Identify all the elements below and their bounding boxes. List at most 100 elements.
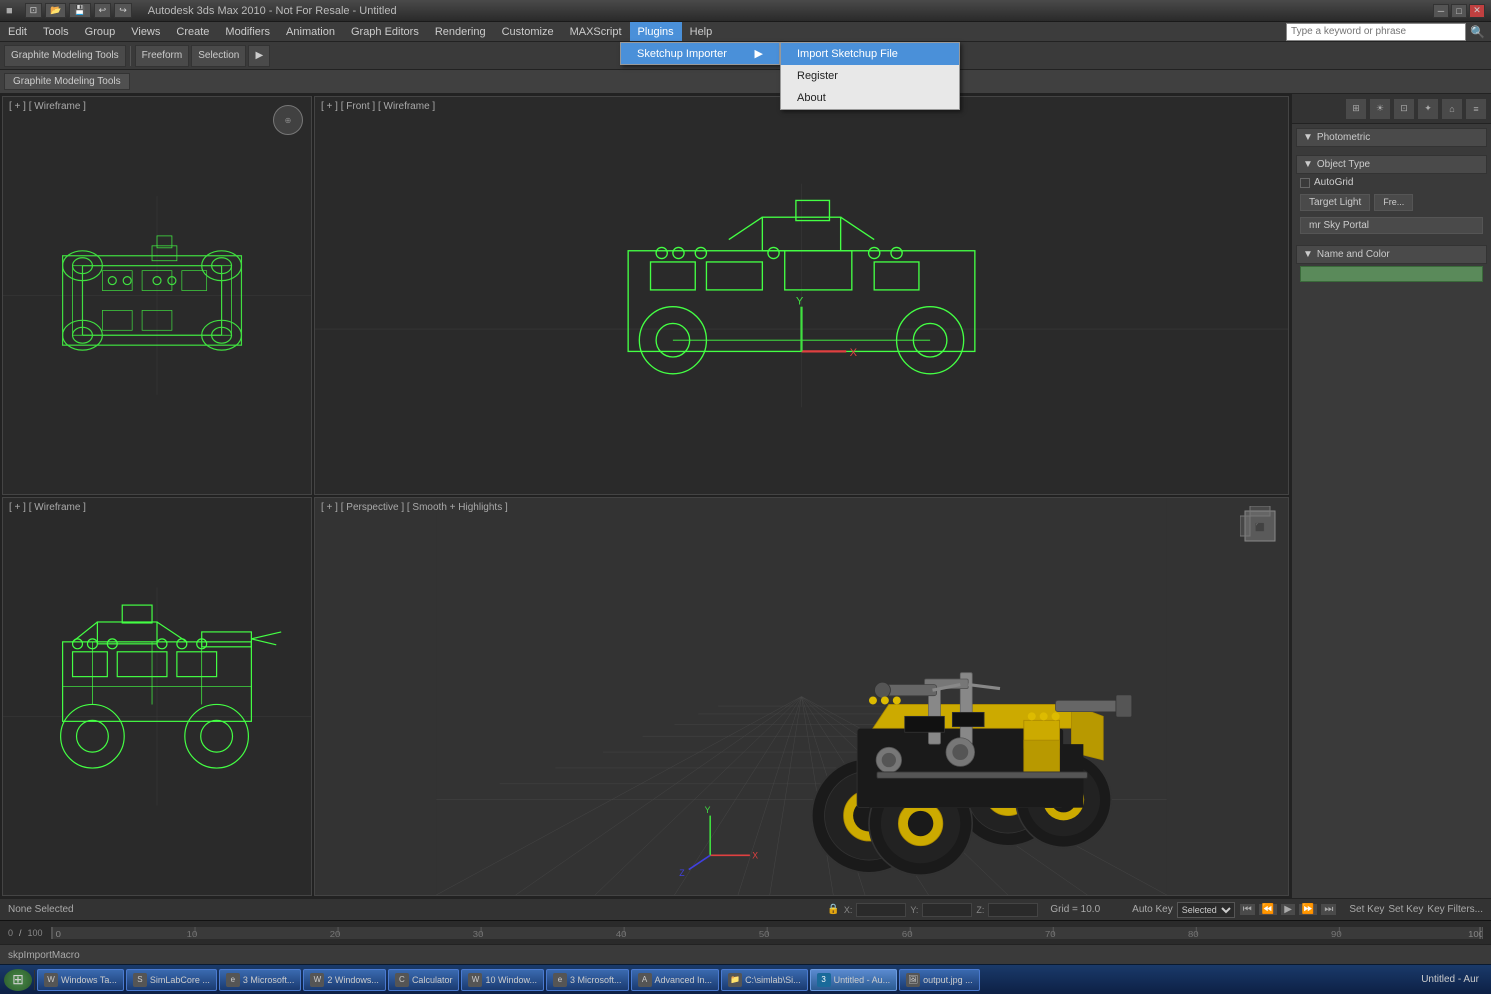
sky-portal-btn[interactable]: mr Sky Portal <box>1300 217 1483 234</box>
maximize-button[interactable]: □ <box>1451 4 1467 18</box>
play-btn[interactable]: ▶ <box>1280 903 1296 916</box>
taskbar-calculator[interactable]: C Calculator <box>388 969 460 991</box>
name-color-strip[interactable] <box>1300 266 1483 282</box>
taskbar-microsoft-1[interactable]: e 3 Microsoft... <box>219 969 302 991</box>
perspective-grid: X Y Z <box>315 498 1288 895</box>
menu-animation[interactable]: Animation <box>278 22 343 41</box>
ie-icon-1: e <box>226 973 240 987</box>
play-start-btn[interactable]: ⏪ <box>1258 903 1278 916</box>
windows-ta-icon: W <box>44 973 58 987</box>
search-icon[interactable]: 🔍 <box>1470 25 1485 39</box>
photometric-header[interactable]: ▼ Photometric <box>1296 128 1487 147</box>
menu-plugins[interactable]: Plugins <box>630 22 682 41</box>
menu-customize[interactable]: Customize <box>494 22 562 41</box>
dropdown-sketchup-importer[interactable]: Sketchup Importer ▶ <box>621 43 779 64</box>
macro-label: skpImportMacro <box>8 950 80 961</box>
quick-access-new[interactable]: ⊡ <box>25 3 43 18</box>
name-color-header[interactable]: ▼ Name and Color <box>1296 245 1487 264</box>
target-light-btn[interactable]: Target Light <box>1300 194 1370 211</box>
calc-icon: C <box>395 973 409 987</box>
play-prev-btn[interactable]: ⏮ <box>1239 903 1256 916</box>
menu-maxscript[interactable]: MAXScript <box>562 22 630 41</box>
rp-btn-3[interactable]: ⊡ <box>1393 98 1415 120</box>
autogrid-checkbox[interactable] <box>1300 178 1310 188</box>
taskbar-simlab-folder[interactable]: 📁 C:\simlab\Si... <box>721 969 808 991</box>
viewport-perspective[interactable]: [ + ] [ Perspective ] [ Smooth + Highlig… <box>314 497 1289 896</box>
minimize-button[interactable]: ─ <box>1433 4 1449 18</box>
free-light-btn[interactable]: Fre... <box>1374 194 1413 211</box>
timeline: 0 / 100 0 10 20 30 40 50 60 <box>0 920 1491 944</box>
modeling-toolbar: Graphite Modeling Tools <box>0 70 1491 94</box>
viewport-top-left[interactable]: [ + ] [ Wireframe ] <box>2 96 312 495</box>
viewport-bottom-left[interactable]: [ + ] [ Wireframe ] <box>2 497 312 896</box>
plugins-submenu: Import Sketchup File Register About <box>780 42 960 110</box>
menu-tools[interactable]: Tools <box>35 22 77 41</box>
play-next-btn[interactable]: ⏩ <box>1298 903 1318 916</box>
close-button[interactable]: ✕ <box>1469 4 1485 18</box>
auto-key-select[interactable]: Selected <box>1177 902 1235 918</box>
svg-text:Y: Y <box>705 805 711 815</box>
play-end-btn[interactable]: ⏭ <box>1320 903 1337 916</box>
plugins-dropdown: Sketchup Importer ▶ <box>620 42 780 65</box>
modeling-tab-graphite[interactable]: Graphite Modeling Tools <box>4 73 130 90</box>
rp-btn-4[interactable]: ✦ <box>1417 98 1439 120</box>
taskbar-windows-ta[interactable]: W Windows Ta... <box>37 969 124 991</box>
taskbar-simlab[interactable]: S SimLabCore ... <box>126 969 217 991</box>
title-bar-left: ■ ⊡ 📂 💾 ↩ ↪ Autodesk 3ds Max 2010 - Not … <box>6 3 397 18</box>
svg-text:40: 40 <box>615 929 626 938</box>
viewport-top-right[interactable]: [ + ] [ Front ] [ Wireframe ] <box>314 96 1289 495</box>
collapse-icon-2: ▼ <box>1303 159 1313 170</box>
taskbar-windows-10[interactable]: W 10 Window... <box>461 969 544 991</box>
taskbar-microsoft-2[interactable]: e 3 Microsoft... <box>546 969 629 991</box>
selection-status: None Selected <box>8 904 74 915</box>
viewport-top-left-nav[interactable]: ⊕ <box>273 105 303 135</box>
menu-rendering[interactable]: Rendering <box>427 22 494 41</box>
windows-2-icon: W <box>310 973 324 987</box>
rp-btn-5[interactable]: ⌂ <box>1441 98 1463 120</box>
toolbar-extra[interactable]: ▶ <box>248 45 270 67</box>
svg-text:10: 10 <box>186 929 197 938</box>
y-input[interactable] <box>922 903 972 917</box>
toolbar-graphite[interactable]: Graphite Modeling Tools <box>4 45 126 67</box>
rp-btn-1[interactable]: ⊞ <box>1345 98 1367 120</box>
object-type-header[interactable]: ▼ Object Type <box>1296 155 1487 174</box>
menu-modifiers[interactable]: Modifiers <box>217 22 278 41</box>
svg-text:Z: Z <box>679 868 685 878</box>
quick-access-save[interactable]: 💾 <box>69 3 90 18</box>
menu-edit[interactable]: Edit <box>0 22 35 41</box>
collapse-icon: ▼ <box>1303 132 1313 143</box>
quick-access-undo[interactable]: ↩ <box>94 3 112 18</box>
menu-create[interactable]: Create <box>168 22 217 41</box>
quick-access-redo[interactable]: ↪ <box>114 3 132 18</box>
taskbar-3dsmax[interactable]: 3 Untitled - Au... <box>810 969 898 991</box>
start-button[interactable]: ⊞ <box>4 969 32 991</box>
taskbar-output[interactable]: 🖼 output.jpg ... <box>899 969 980 991</box>
viewport-nav-cube[interactable]: ⬛ <box>1240 506 1280 546</box>
timeline-track[interactable]: 0 10 20 30 40 50 60 70 80 90 1 <box>51 927 1483 939</box>
rp-btn-6[interactable]: ≡ <box>1465 98 1487 120</box>
toolbar-selection[interactable]: Selection <box>191 45 246 67</box>
quick-access-open[interactable]: 📂 <box>45 3 66 18</box>
viewport-area: [ + ] [ Wireframe ] <box>0 94 1291 898</box>
simlab-icon: S <box>133 973 147 987</box>
taskbar-windows-2[interactable]: W 2 Windows... <box>303 969 386 991</box>
menu-graph-editors[interactable]: Graph Editors <box>343 22 427 41</box>
svg-text:90: 90 <box>1331 929 1342 938</box>
lock-icon: 🔒 <box>827 904 839 915</box>
rp-btn-2[interactable]: ☀ <box>1369 98 1391 120</box>
submenu-import-sketchup[interactable]: Import Sketchup File <box>781 43 959 65</box>
timeline-end: 100 <box>24 928 47 938</box>
menu-group[interactable]: Group <box>77 22 124 41</box>
submenu-register[interactable]: Register <box>781 65 959 87</box>
menu-views[interactable]: Views <box>123 22 168 41</box>
taskbar-advanced[interactable]: A Advanced In... <box>631 969 720 991</box>
status-bar: None Selected 🔒 X: Y: Z: Grid = 10.0 Aut… <box>0 898 1491 920</box>
toolbar-freeform[interactable]: Freeform <box>135 45 190 67</box>
submenu-about[interactable]: About <box>781 87 959 109</box>
3dsmax-icon: 3 <box>817 973 831 987</box>
menu-help[interactable]: Help <box>682 22 721 41</box>
wireframe-model-front: X Y <box>315 97 1288 494</box>
search-bar[interactable] <box>1286 23 1466 41</box>
x-input[interactable] <box>856 903 906 917</box>
z-input[interactable] <box>988 903 1038 917</box>
